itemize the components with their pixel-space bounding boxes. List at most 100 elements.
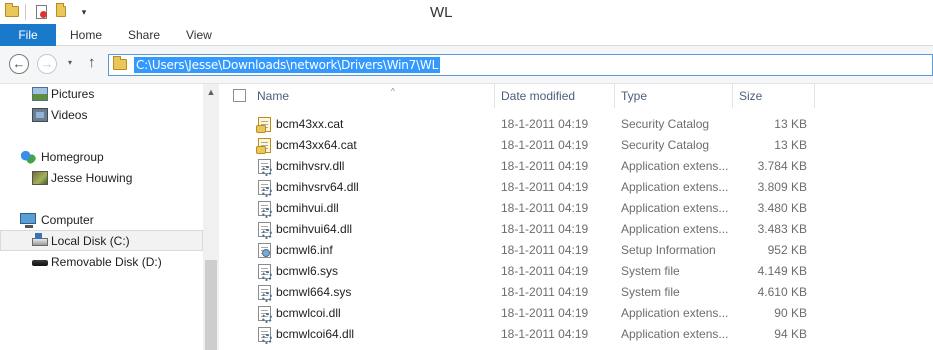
file-type: Application extens... bbox=[621, 159, 729, 173]
file-date-modified: 18-1-2011 04:19 bbox=[501, 222, 589, 236]
table-row[interactable]: bcmihvsrv.dll 18-1-2011 04:19 Application … bbox=[219, 156, 933, 177]
window-title: WL bbox=[430, 4, 453, 21]
file-name: bcmwl6.inf bbox=[276, 243, 333, 257]
navigation-pane: Pictures Videos Homegroup Jesse Houwing … bbox=[0, 84, 219, 350]
table-row[interactable]: bcmihvsrv64.dll 18-1-2011 04:19 Applicatio… bbox=[219, 177, 933, 198]
tab-view[interactable]: View bbox=[186, 24, 212, 46]
dll-file-icon bbox=[258, 180, 272, 197]
file-size: 3.480 KB bbox=[757, 201, 807, 215]
file-type: Application extens... bbox=[621, 201, 729, 215]
nav-item-label: Local Disk (C:) bbox=[51, 234, 130, 248]
security-catalog-icon bbox=[256, 117, 271, 133]
scrollbar-thumb[interactable] bbox=[205, 260, 217, 350]
file-size: 94 KB bbox=[774, 327, 807, 341]
nav-item-local-disk[interactable]: Local Disk (C:) bbox=[0, 230, 203, 251]
file-type: System file bbox=[621, 264, 680, 278]
nav-item-pictures[interactable]: Pictures bbox=[0, 84, 203, 105]
nav-item-label: Pictures bbox=[51, 87, 95, 101]
address-path[interactable]: C:\Users\Jesse\Downloads\network\Drivers… bbox=[134, 57, 441, 73]
file-size: 3.483 KB bbox=[757, 222, 807, 236]
sort-ascending-icon: ^ bbox=[391, 87, 395, 96]
table-row[interactable]: bcm43xx64.cat 18-1-2011 04:19 Security Cat… bbox=[219, 135, 933, 156]
file-name: bcm43xx64.cat bbox=[276, 138, 357, 152]
file-type: Application extens... bbox=[621, 306, 729, 320]
file-date-modified: 18-1-2011 04:19 bbox=[501, 138, 589, 152]
dll-file-icon bbox=[258, 306, 272, 323]
nav-item-removable-disk[interactable]: Removable Disk (D:) bbox=[0, 252, 203, 273]
file-type: Application extens... bbox=[621, 222, 729, 236]
dll-file-icon bbox=[258, 159, 272, 176]
nav-item-label: Videos bbox=[51, 108, 88, 122]
table-row[interactable]: bcmihvui.dll 18-1-2011 04:19 Application e… bbox=[219, 198, 933, 219]
file-type: Application extens... bbox=[621, 327, 729, 341]
address-bar[interactable]: C:\Users\Jesse\Downloads\network\Drivers… bbox=[108, 54, 933, 76]
table-row[interactable]: bcm43xx.cat 18-1-2011 04:19 Security Catal… bbox=[219, 114, 933, 135]
table-row[interactable]: bcmwl6.sys 18-1-2011 04:19 System file 4.14… bbox=[219, 261, 933, 282]
nav-item-homegroup[interactable]: Homegroup bbox=[0, 147, 203, 168]
tab-file[interactable]: File bbox=[0, 24, 56, 46]
table-row[interactable]: bcmwl6.inf 18-1-2011 04:19 Setup Informati… bbox=[219, 240, 933, 261]
folder-icon bbox=[113, 56, 127, 70]
file-type: Setup Information bbox=[621, 243, 716, 257]
user-icon bbox=[32, 171, 48, 185]
file-size: 3.784 KB bbox=[757, 159, 807, 173]
file-type: Security Catalog bbox=[621, 117, 710, 131]
column-header-size[interactable]: Size bbox=[733, 84, 815, 108]
system-file-icon bbox=[258, 264, 272, 281]
file-name: bcm43xx.cat bbox=[276, 117, 344, 131]
nav-item-label: Jesse Houwing bbox=[51, 171, 133, 185]
tab-home[interactable]: Home bbox=[70, 24, 102, 46]
table-row[interactable]: bcmwlcoi.dll 18-1-2011 04:19 Application e… bbox=[219, 303, 933, 324]
recent-locations-dropdown-icon[interactable]: ▾ bbox=[68, 58, 72, 67]
column-header-name[interactable]: Name ^ bbox=[251, 84, 495, 108]
forward-button[interactable]: → bbox=[37, 54, 57, 74]
setup-file-icon bbox=[258, 243, 271, 258]
file-size: 4.149 KB bbox=[757, 264, 807, 278]
dll-file-icon bbox=[258, 201, 272, 218]
file-type: System file bbox=[621, 285, 680, 299]
select-all-checkbox[interactable] bbox=[233, 89, 246, 102]
removable-disk-icon bbox=[32, 260, 48, 266]
file-name: bcmwl6.sys bbox=[276, 264, 339, 278]
file-size: 4.610 KB bbox=[757, 285, 807, 299]
dll-file-icon bbox=[258, 327, 272, 344]
table-row[interactable]: bcmwlcoi64.dll 18-1-2011 04:19 Application… bbox=[219, 324, 933, 345]
navigation-bar: ← → ▾ ↑ C:\Users\Jesse\Downloads\network… bbox=[0, 46, 933, 84]
file-size: 3.809 KB bbox=[757, 180, 807, 194]
scroll-up-icon[interactable]: ▲ bbox=[203, 84, 219, 100]
column-header-date[interactable]: Date modified bbox=[495, 84, 615, 108]
videos-icon bbox=[32, 108, 48, 122]
file-date-modified: 18-1-2011 04:19 bbox=[501, 243, 589, 257]
file-name: bcmwlcoi.dll bbox=[276, 306, 341, 320]
file-name: bcmihvsrv64.dll bbox=[276, 180, 359, 194]
nav-item-jesse-houwing[interactable]: Jesse Houwing bbox=[0, 168, 203, 189]
table-row[interactable]: bcmihvui64.dll 18-1-2011 04:19 Application… bbox=[219, 219, 933, 240]
nav-item-label: Computer bbox=[41, 213, 94, 227]
nav-item-videos[interactable]: Videos bbox=[0, 105, 203, 126]
system-file-icon bbox=[258, 285, 272, 302]
file-date-modified: 18-1-2011 04:19 bbox=[501, 306, 589, 320]
file-date-modified: 18-1-2011 04:19 bbox=[501, 285, 589, 299]
local-disk-icon bbox=[32, 233, 48, 246]
column-header-type[interactable]: Type bbox=[615, 84, 733, 108]
up-button[interactable]: ↑ bbox=[88, 54, 96, 71]
file-date-modified: 18-1-2011 04:19 bbox=[501, 180, 589, 194]
tab-share[interactable]: Share bbox=[128, 24, 160, 46]
computer-icon bbox=[20, 213, 36, 228]
pictures-icon bbox=[32, 87, 48, 101]
file-name: bcmwl664.sys bbox=[276, 285, 352, 299]
table-row[interactable]: bcmwl664.sys 18-1-2011 04:19 System file 4.… bbox=[219, 282, 933, 303]
file-size: 952 KB bbox=[767, 243, 807, 257]
ribbon-tabs: File Home Share View bbox=[0, 24, 933, 46]
column-header-row: Name ^ Date modified Type Size bbox=[219, 84, 933, 108]
nav-item-computer[interactable]: Computer bbox=[0, 210, 203, 231]
file-type: Security Catalog bbox=[621, 138, 710, 152]
file-date-modified: 18-1-2011 04:19 bbox=[501, 327, 589, 341]
security-catalog-icon bbox=[256, 138, 271, 154]
file-date-modified: 18-1-2011 04:19 bbox=[501, 117, 589, 131]
back-button[interactable]: ← bbox=[9, 54, 29, 74]
nav-pane-scrollbar[interactable]: ▲ bbox=[203, 84, 219, 350]
file-name: bcmwlcoi64.dll bbox=[276, 327, 355, 341]
file-size: 13 KB bbox=[774, 138, 807, 152]
file-date-modified: 18-1-2011 04:19 bbox=[501, 201, 589, 215]
